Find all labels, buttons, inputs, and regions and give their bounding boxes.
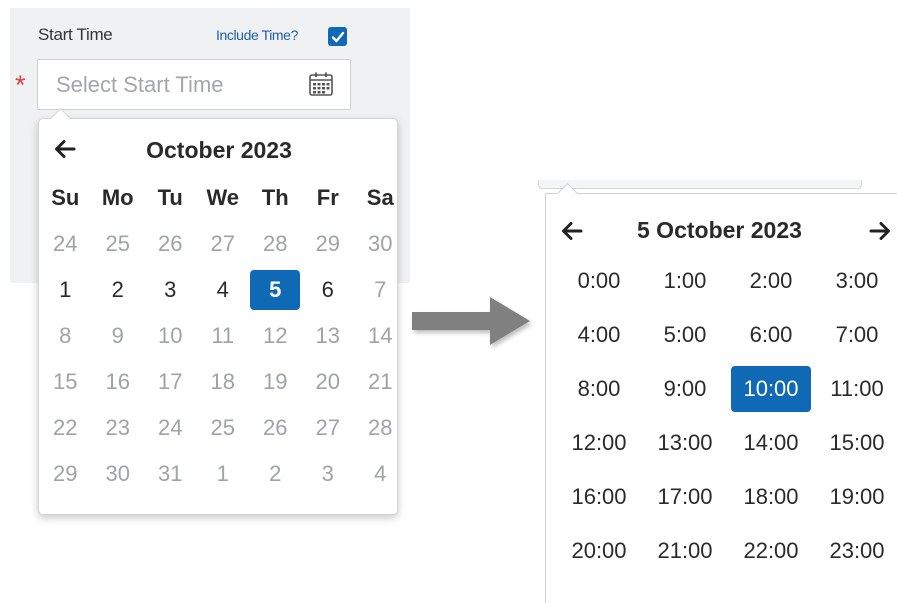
day-cell[interactable]: 2 [92,267,145,313]
day-cell[interactable]: 14 [354,313,407,359]
weekday-header: We [206,185,240,210]
day-cell[interactable]: 12 [249,313,302,359]
hour-cell[interactable]: 0:00 [556,254,642,308]
day-cell[interactable]: 16 [92,359,145,405]
day-cell[interactable]: 19 [249,359,302,405]
required-asterisk: * [15,70,26,100]
day-cell[interactable]: 29 [302,221,355,267]
hour-cell[interactable]: 2:00 [728,254,814,308]
hour-cell[interactable]: 3:00 [814,254,897,308]
hour-cell[interactable]: 20:00 [556,524,642,578]
hour-cell-selected[interactable]: 10:00 [728,362,814,416]
weekday-header: Sa [366,185,394,210]
day-cell[interactable]: 18 [197,359,250,405]
day-cell[interactable]: 28 [249,221,302,267]
arrow-right-icon[interactable] [868,219,892,243]
big-arrow-right-icon [412,297,530,345]
checkmark-icon [331,31,344,42]
day-cell[interactable]: 25 [197,405,250,451]
day-cell[interactable]: 9 [92,313,145,359]
day-cell[interactable]: 10 [144,313,197,359]
day-cell[interactable]: 11 [197,313,250,359]
hour-cell[interactable]: 21:00 [642,524,728,578]
hour-cell[interactable]: 4:00 [556,308,642,362]
start-time-input[interactable] [37,59,351,110]
weekday-header: Tu [157,185,183,210]
day-cell[interactable]: 21 [354,359,407,405]
include-time-label[interactable]: Include Time? [216,27,298,43]
day-cell[interactable]: 8 [39,313,92,359]
day-cell[interactable]: 2 [249,451,302,497]
include-time-checkbox[interactable] [328,27,347,46]
weekday-header: Th [261,185,289,210]
hour-cell[interactable]: 16:00 [556,470,642,524]
day-cell[interactable]: 26 [144,221,197,267]
hour-cell[interactable]: 15:00 [814,416,897,470]
hour-cell[interactable]: 19:00 [814,470,897,524]
hour-cell[interactable]: 17:00 [642,470,728,524]
month-title: October 2023 [146,137,292,163]
hour-cell[interactable]: 7:00 [814,308,897,362]
day-cell[interactable]: 30 [92,451,145,497]
day-cell[interactable]: 4 [354,451,407,497]
day-cell[interactable]: 24 [144,405,197,451]
day-cell[interactable]: 31 [144,451,197,497]
day-cell[interactable]: 15 [39,359,92,405]
day-cell[interactable]: 27 [197,221,250,267]
calendar-icon[interactable] [307,70,335,98]
day-cell[interactable]: 20 [302,359,355,405]
day-cell[interactable]: 25 [92,221,145,267]
day-cell[interactable]: 17 [144,359,197,405]
hour-cell[interactable]: 12:00 [556,416,642,470]
selected-day-label: 5 [250,270,301,310]
selected-hour-label: 10:00 [731,366,811,412]
calendar-grid: Su Mo Tu We Th Fr Sa 24 25 26 27 28 29 30 1 2 3 4 5 6 7 8 9 10 1… [39,175,399,497]
weekday-header: Fr [316,185,339,210]
time-picker-popup: 5 October 2023 0:00 1:00 2:00 3:00 4:00 5:00 6… [538,180,897,603]
hour-cell[interactable]: 1:00 [642,254,728,308]
day-title: 5 October 2023 [637,217,802,243]
day-cell[interactable]: 7 [354,267,407,313]
day-cell[interactable]: 3 [144,267,197,313]
date-picker-popup: October 2023 Su Mo Tu We Th Fr Sa 24 25 26 27 28 29 3… [38,107,399,515]
day-cell[interactable]: 29 [39,451,92,497]
weekday-header: Mo [101,185,134,210]
day-cell[interactable]: 13 [302,313,355,359]
hour-cell[interactable]: 18:00 [728,470,814,524]
hour-grid: 0:00 1:00 2:00 3:00 4:00 5:00 6:00 7:00 8:00 9:00… [556,254,897,578]
day-cell[interactable]: 1 [197,451,250,497]
popup-top-edge [538,180,862,189]
hour-cell[interactable]: 8:00 [556,362,642,416]
arrow-left-icon[interactable] [560,219,584,243]
hour-cell[interactable]: 13:00 [642,416,728,470]
day-cell[interactable]: 1 [39,267,92,313]
weekday-header: Su [51,185,80,210]
day-cell[interactable]: 3 [302,451,355,497]
day-cell[interactable]: 6 [302,267,355,313]
day-cell[interactable]: 30 [354,221,407,267]
hour-cell[interactable]: 9:00 [642,362,728,416]
hour-cell[interactable]: 11:00 [814,362,897,416]
day-cell[interactable]: 22 [39,405,92,451]
start-time-label: Start Time [38,25,113,44]
hour-cell[interactable]: 14:00 [728,416,814,470]
day-cell[interactable]: 24 [39,221,92,267]
hour-cell[interactable]: 23:00 [814,524,897,578]
day-cell[interactable]: 4 [197,267,250,313]
hour-cell[interactable]: 22:00 [728,524,814,578]
hour-cell[interactable]: 5:00 [642,308,728,362]
day-cell[interactable]: 23 [92,405,145,451]
day-cell-selected[interactable]: 5 [249,267,302,313]
hour-cell[interactable]: 6:00 [728,308,814,362]
day-cell[interactable]: 27 [302,405,355,451]
day-cell[interactable]: 28 [354,405,407,451]
day-cell[interactable]: 26 [249,405,302,451]
